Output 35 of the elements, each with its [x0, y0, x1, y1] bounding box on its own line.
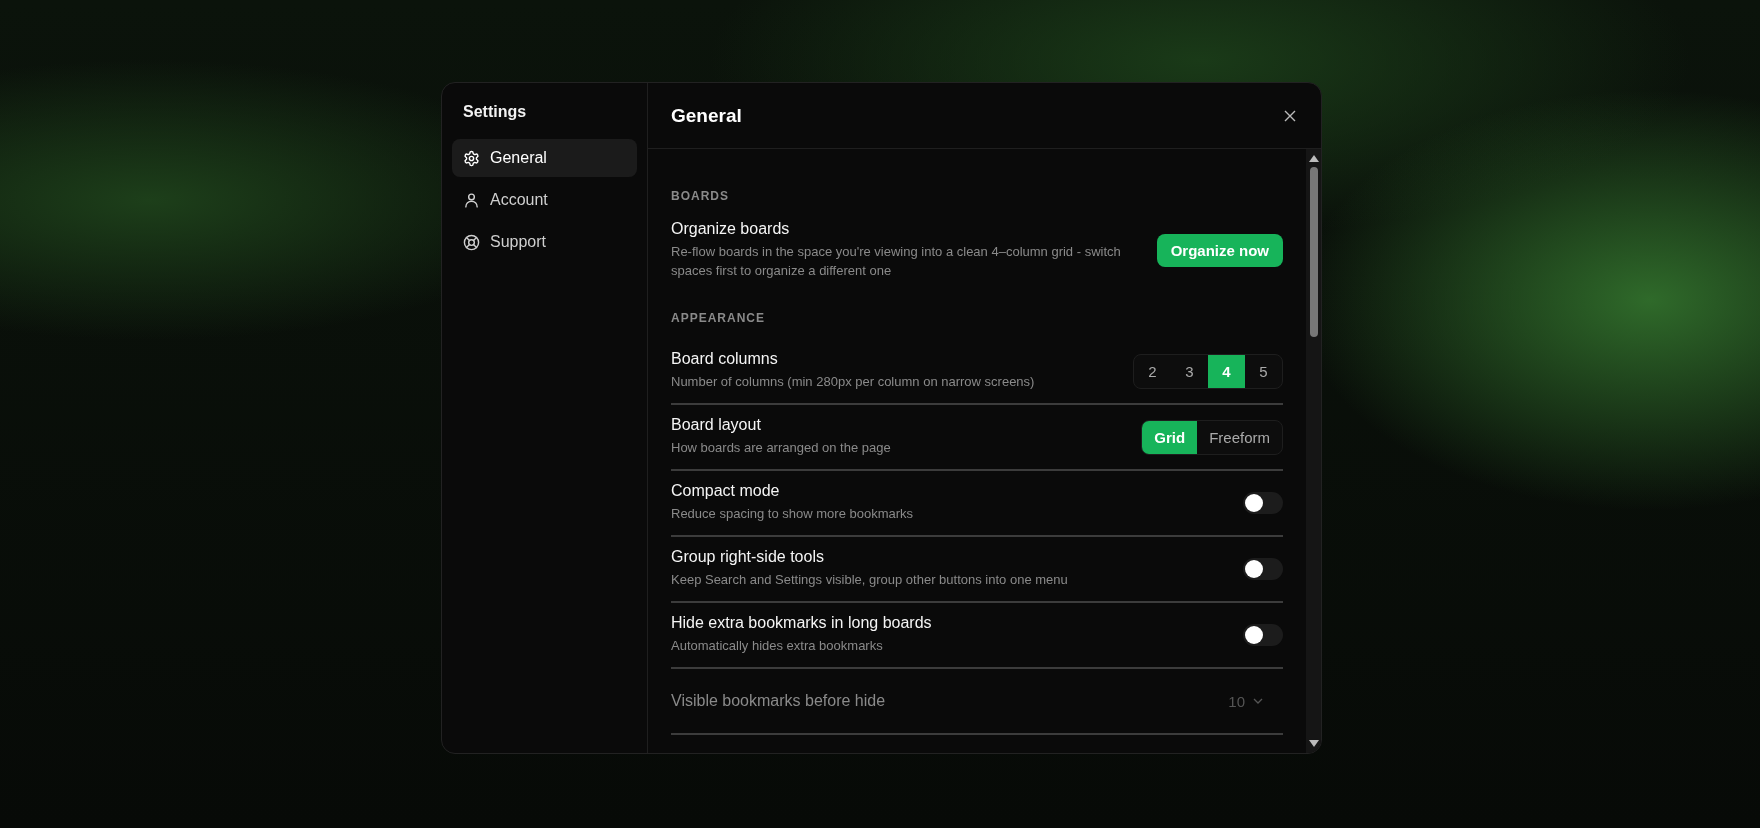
settings-icon	[463, 149, 480, 167]
setting-description: Automatically hides extra bookmarks	[671, 637, 884, 656]
section-heading: BOARDS	[671, 189, 730, 203]
setting-title: Group right-side tools	[671, 548, 825, 567]
setting-description: Re-flow boards in the space you're viewing into a clean 4–column grid - switch spaces first to organize a different one	[671, 243, 1122, 280]
scroll-up-arrow-icon[interactable]	[1307, 153, 1320, 163]
setting-title: Board columns	[671, 350, 779, 369]
toggle-switch[interactable]	[1243, 492, 1283, 514]
section-heading: APPEARANCE	[671, 311, 766, 325]
scroll-down-arrow-icon[interactable]	[1307, 739, 1320, 749]
setting-title: Board layout	[671, 416, 762, 435]
scrollbar[interactable]	[1306, 149, 1321, 753]
setting-title: Compact mode	[671, 482, 781, 501]
segment-option[interactable]: 5	[1245, 354, 1282, 388]
scrollbar-thumb[interactable]	[1309, 167, 1318, 337]
segment-option[interactable]: 2	[1134, 354, 1171, 388]
setting-description: Number of columns (min 280px per column on narrow screens)	[671, 373, 1035, 392]
nav-item[interactable]: Account	[452, 181, 637, 219]
setting-description: How boards are arranged on the page	[671, 439, 891, 458]
segment-option[interactable]: 3	[1171, 354, 1208, 388]
nav-item[interactable]: General	[452, 139, 637, 177]
segment-option[interactable]: Freeform	[1197, 420, 1282, 454]
panel-heading: General	[671, 104, 742, 127]
setting-title: Visible bookmarks before hide	[671, 692, 886, 710]
toggle-switch[interactable]	[1243, 558, 1283, 580]
chevron-down-icon	[1253, 698, 1263, 704]
lifebuoy-icon	[463, 233, 480, 251]
setting-description: Keep Search and Settings visible, group other buttons into one menu	[671, 571, 1068, 590]
toggle-switch[interactable]	[1243, 624, 1283, 646]
setting-title: Organize boards	[671, 220, 791, 239]
setting-description: Reduce spacing to show more bookmarks	[671, 505, 914, 524]
dialog-title: Settings	[462, 103, 528, 122]
setting-title: Hide extra bookmarks in long boards	[671, 614, 932, 633]
person-icon	[463, 191, 480, 209]
nav-item[interactable]: Support	[452, 223, 637, 261]
